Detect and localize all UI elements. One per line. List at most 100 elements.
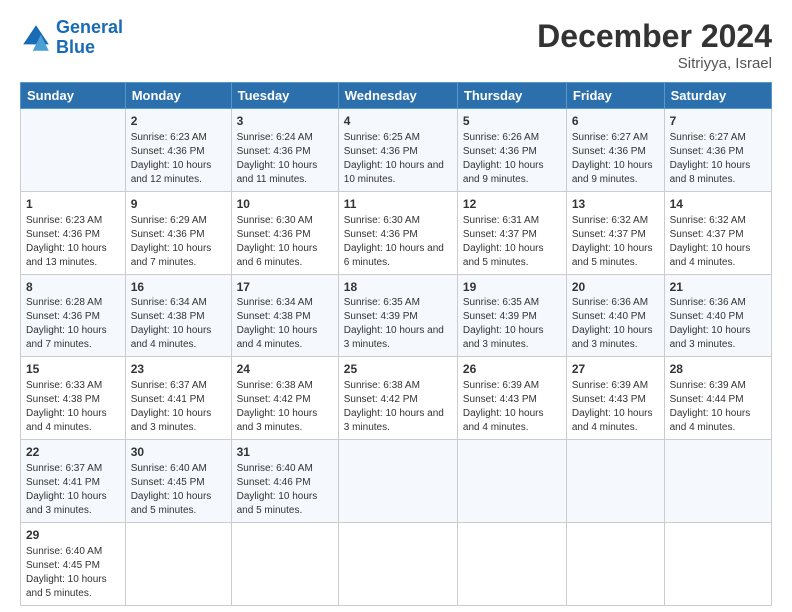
sunrise-label: Sunrise: 6:23 AM bbox=[131, 132, 207, 143]
sunrise-label: Sunrise: 6:35 AM bbox=[463, 297, 539, 308]
day-number: 3 bbox=[237, 113, 333, 130]
sunset-label: Sunset: 4:36 PM bbox=[344, 229, 418, 240]
day-number: 31 bbox=[237, 444, 333, 461]
sunset-label: Sunset: 4:38 PM bbox=[237, 311, 311, 322]
day-number: 10 bbox=[237, 196, 333, 213]
sunrise-label: Sunrise: 6:27 AM bbox=[572, 132, 648, 143]
daylight-label: Daylight: 10 hours and 4 minutes. bbox=[572, 408, 653, 433]
day-cell: 7Sunrise: 6:27 AMSunset: 4:36 PMDaylight… bbox=[664, 109, 771, 192]
day-cell bbox=[457, 440, 566, 523]
sunset-label: Sunset: 4:36 PM bbox=[572, 146, 646, 157]
day-cell bbox=[125, 522, 231, 605]
day-cell: 26Sunrise: 6:39 AMSunset: 4:43 PMDayligh… bbox=[457, 357, 566, 440]
daylight-label: Daylight: 10 hours and 3 minutes. bbox=[463, 325, 544, 350]
sunset-label: Sunset: 4:36 PM bbox=[463, 146, 537, 157]
daylight-label: Daylight: 10 hours and 4 minutes. bbox=[237, 325, 318, 350]
sunset-label: Sunset: 4:36 PM bbox=[237, 146, 311, 157]
sunrise-label: Sunrise: 6:40 AM bbox=[237, 463, 313, 474]
daylight-label: Daylight: 10 hours and 5 minutes. bbox=[131, 491, 212, 516]
day-cell: 13Sunrise: 6:32 AMSunset: 4:37 PMDayligh… bbox=[566, 191, 664, 274]
day-number: 30 bbox=[131, 444, 226, 461]
day-cell: 2Sunrise: 6:23 AMSunset: 4:36 PMDaylight… bbox=[125, 109, 231, 192]
day-cell: 9Sunrise: 6:29 AMSunset: 4:36 PMDaylight… bbox=[125, 191, 231, 274]
daylight-label: Daylight: 10 hours and 4 minutes. bbox=[131, 325, 212, 350]
day-number: 4 bbox=[344, 113, 452, 130]
sunrise-label: Sunrise: 6:34 AM bbox=[131, 297, 207, 308]
header-row: SundayMondayTuesdayWednesdayThursdayFrid… bbox=[21, 83, 772, 109]
day-number: 15 bbox=[26, 361, 120, 378]
day-number: 7 bbox=[670, 113, 766, 130]
daylight-label: Daylight: 10 hours and 3 minutes. bbox=[344, 408, 444, 433]
sunrise-label: Sunrise: 6:36 AM bbox=[670, 297, 746, 308]
sunset-label: Sunset: 4:42 PM bbox=[237, 394, 311, 405]
day-number: 23 bbox=[131, 361, 226, 378]
sunset-label: Sunset: 4:43 PM bbox=[463, 394, 537, 405]
day-cell bbox=[338, 522, 457, 605]
day-number: 24 bbox=[237, 361, 333, 378]
day-cell: 10Sunrise: 6:30 AMSunset: 4:36 PMDayligh… bbox=[231, 191, 338, 274]
day-number: 28 bbox=[670, 361, 766, 378]
day-cell: 24Sunrise: 6:38 AMSunset: 4:42 PMDayligh… bbox=[231, 357, 338, 440]
logo-text: General Blue bbox=[56, 18, 123, 58]
sunset-label: Sunset: 4:40 PM bbox=[670, 311, 744, 322]
sunrise-label: Sunrise: 6:31 AM bbox=[463, 215, 539, 226]
sunset-label: Sunset: 4:36 PM bbox=[237, 229, 311, 240]
daylight-label: Daylight: 10 hours and 3 minutes. bbox=[344, 325, 444, 350]
sunset-label: Sunset: 4:37 PM bbox=[463, 229, 537, 240]
day-cell: 23Sunrise: 6:37 AMSunset: 4:41 PMDayligh… bbox=[125, 357, 231, 440]
day-number: 18 bbox=[344, 279, 452, 296]
col-header-monday: Monday bbox=[125, 83, 231, 109]
day-cell: 12Sunrise: 6:31 AMSunset: 4:37 PMDayligh… bbox=[457, 191, 566, 274]
day-number: 6 bbox=[572, 113, 659, 130]
sunset-label: Sunset: 4:36 PM bbox=[131, 229, 205, 240]
day-cell bbox=[566, 522, 664, 605]
day-cell: 3Sunrise: 6:24 AMSunset: 4:36 PMDaylight… bbox=[231, 109, 338, 192]
day-number: 22 bbox=[26, 444, 120, 461]
daylight-label: Daylight: 10 hours and 12 minutes. bbox=[131, 160, 212, 185]
subtitle: Sitriyya, Israel bbox=[537, 55, 772, 72]
day-number: 11 bbox=[344, 196, 452, 213]
week-row-0: 2Sunrise: 6:23 AMSunset: 4:36 PMDaylight… bbox=[21, 109, 772, 192]
daylight-label: Daylight: 10 hours and 6 minutes. bbox=[344, 243, 444, 268]
sunrise-label: Sunrise: 6:37 AM bbox=[26, 463, 102, 474]
daylight-label: Daylight: 10 hours and 9 minutes. bbox=[572, 160, 653, 185]
sunrise-label: Sunrise: 6:36 AM bbox=[572, 297, 648, 308]
daylight-label: Daylight: 10 hours and 4 minutes. bbox=[26, 408, 107, 433]
day-number: 29 bbox=[26, 527, 120, 544]
sunset-label: Sunset: 4:38 PM bbox=[131, 311, 205, 322]
day-cell bbox=[21, 109, 126, 192]
daylight-label: Daylight: 10 hours and 5 minutes. bbox=[237, 491, 318, 516]
sunrise-label: Sunrise: 6:40 AM bbox=[131, 463, 207, 474]
sunrise-label: Sunrise: 6:39 AM bbox=[670, 380, 746, 391]
daylight-label: Daylight: 10 hours and 5 minutes. bbox=[572, 243, 653, 268]
day-cell: 21Sunrise: 6:36 AMSunset: 4:40 PMDayligh… bbox=[664, 274, 771, 357]
sunrise-label: Sunrise: 6:25 AM bbox=[344, 132, 420, 143]
daylight-label: Daylight: 10 hours and 13 minutes. bbox=[26, 243, 107, 268]
day-cell: 25Sunrise: 6:38 AMSunset: 4:42 PMDayligh… bbox=[338, 357, 457, 440]
col-header-sunday: Sunday bbox=[21, 83, 126, 109]
sunrise-label: Sunrise: 6:32 AM bbox=[572, 215, 648, 226]
daylight-label: Daylight: 10 hours and 3 minutes. bbox=[131, 408, 212, 433]
day-cell: 16Sunrise: 6:34 AMSunset: 4:38 PMDayligh… bbox=[125, 274, 231, 357]
sunset-label: Sunset: 4:36 PM bbox=[131, 146, 205, 157]
day-number: 12 bbox=[463, 196, 561, 213]
day-cell: 19Sunrise: 6:35 AMSunset: 4:39 PMDayligh… bbox=[457, 274, 566, 357]
day-cell bbox=[231, 522, 338, 605]
col-header-wednesday: Wednesday bbox=[338, 83, 457, 109]
day-number: 8 bbox=[26, 279, 120, 296]
sunrise-label: Sunrise: 6:32 AM bbox=[670, 215, 746, 226]
sunrise-label: Sunrise: 6:38 AM bbox=[237, 380, 313, 391]
week-row-3: 15Sunrise: 6:33 AMSunset: 4:38 PMDayligh… bbox=[21, 357, 772, 440]
sunset-label: Sunset: 4:36 PM bbox=[670, 146, 744, 157]
day-cell bbox=[664, 522, 771, 605]
day-number: 20 bbox=[572, 279, 659, 296]
daylight-label: Daylight: 10 hours and 4 minutes. bbox=[670, 408, 751, 433]
page: General Blue December 2024 Sitriyya, Isr… bbox=[0, 0, 792, 612]
sunrise-label: Sunrise: 6:37 AM bbox=[131, 380, 207, 391]
sunset-label: Sunset: 4:43 PM bbox=[572, 394, 646, 405]
day-cell: 11Sunrise: 6:30 AMSunset: 4:36 PMDayligh… bbox=[338, 191, 457, 274]
logo-line2: Blue bbox=[56, 38, 123, 58]
sunset-label: Sunset: 4:36 PM bbox=[26, 311, 100, 322]
day-cell: 31Sunrise: 6:40 AMSunset: 4:46 PMDayligh… bbox=[231, 440, 338, 523]
week-row-4: 22Sunrise: 6:37 AMSunset: 4:41 PMDayligh… bbox=[21, 440, 772, 523]
